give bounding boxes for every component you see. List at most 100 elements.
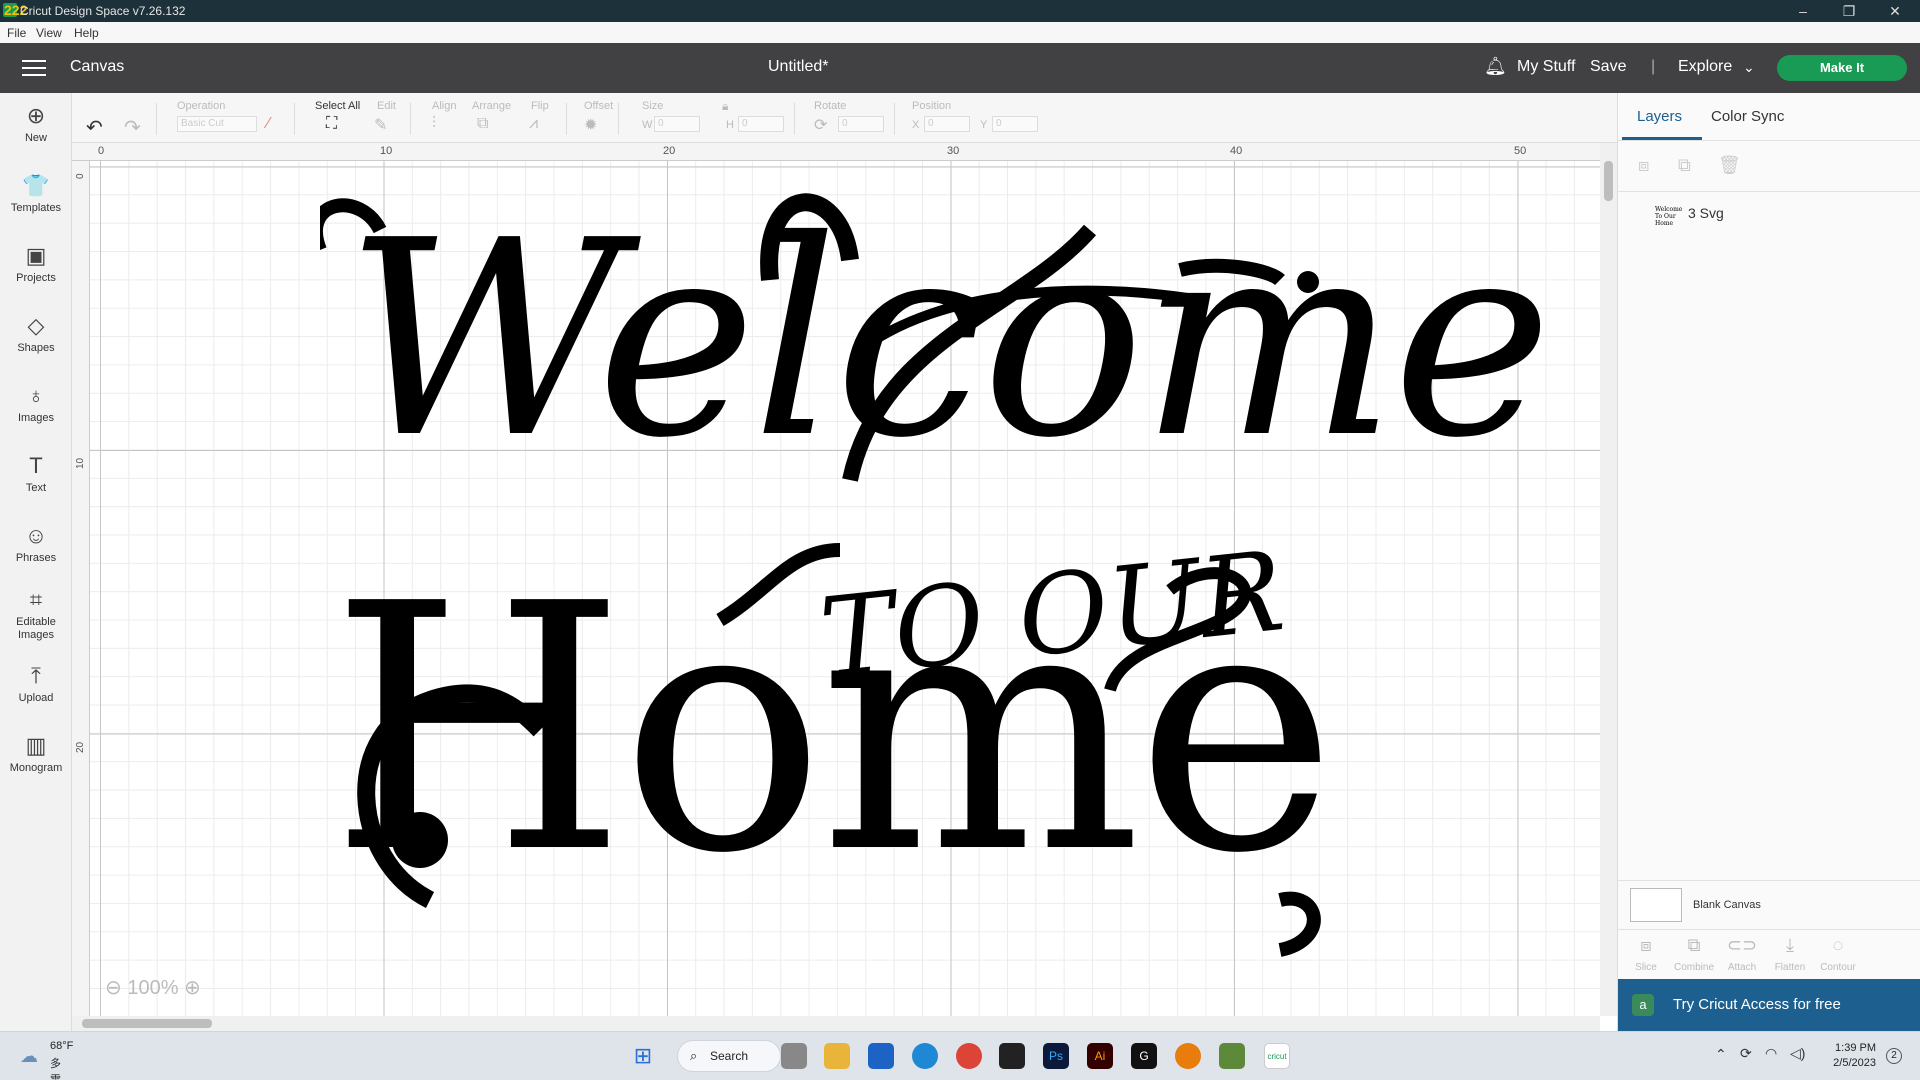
artwork-word-welcome[interactable]: Welcome — [345, 205, 1552, 475]
task-view-icon[interactable] — [781, 1043, 807, 1069]
group-icon[interactable]: ⧈ — [1638, 155, 1649, 176]
notification-bell-icon[interactable]: 🔔︎ — [1484, 56, 1507, 77]
sidebar-item-images[interactable]: ♁ Images — [0, 383, 72, 425]
zoom-control[interactable]: ⊖ 100% ⊕ — [105, 975, 201, 1000]
operation-select[interactable]: Basic Cut — [177, 116, 257, 132]
y-input[interactable]: 0 — [992, 116, 1038, 132]
x-input[interactable]: 0 — [924, 116, 970, 132]
attach-label: Attach — [1727, 962, 1757, 973]
edit-icon[interactable]: ✎ — [374, 115, 387, 135]
minimize-button[interactable]: – — [1780, 1, 1826, 21]
flip-icon[interactable]: ⩘ — [529, 115, 538, 133]
try-cricut-access-banner[interactable]: a Try Cricut Access for free — [1618, 979, 1920, 1031]
chevron-down-icon[interactable]: ⌄ — [1743, 59, 1755, 76]
redo-icon[interactable]: ↷ — [124, 115, 141, 140]
volume-icon[interactable]: ◁) — [1790, 1045, 1805, 1062]
wifi-icon[interactable]: ◠ — [1765, 1045, 1777, 1062]
lock-icon[interactable]: 🔒︎ — [722, 99, 728, 114]
plus-circle-icon: ⊕ — [26, 103, 46, 128]
height-input[interactable]: 0 — [738, 116, 784, 132]
tab-layers[interactable]: Layers — [1637, 108, 1682, 125]
layer-name[interactable]: 3 Svg — [1688, 205, 1724, 221]
cricut-access-icon: a — [1632, 994, 1654, 1016]
zoom-in-icon[interactable]: ⊕ — [184, 977, 201, 999]
windows-taskbar: ☁ 68°F 多雲 ⊞ ⌕ Search Ps Ai G cricut ⌃ ⟳ … — [0, 1031, 1920, 1080]
width-input[interactable]: 0 — [654, 116, 700, 132]
hamburger-menu-icon[interactable] — [22, 60, 46, 76]
menu-view[interactable]: View — [36, 26, 62, 40]
monogram-icon: ▥ — [25, 733, 47, 758]
horizontal-scrollbar[interactable] — [72, 1016, 1600, 1031]
editable-images-icon: ⌗ — [29, 587, 43, 612]
tab-color-sync[interactable]: Color Sync — [1711, 108, 1784, 125]
search-icon: ⌕ — [690, 1048, 698, 1063]
taskbar-search[interactable]: ⌕ Search — [677, 1040, 781, 1072]
contour-icon[interactable]: ◌ — [1813, 935, 1863, 956]
sidebar-item-text[interactable]: T Text — [0, 453, 72, 495]
close-button[interactable]: ✕ — [1872, 1, 1918, 21]
layers-panel: Layers Color Sync ⧈ ⧉ 🗑︎ Welcome To Our … — [1617, 93, 1920, 1031]
system-clock[interactable]: 1:39 PM 2/5/2023 — [1820, 1041, 1876, 1071]
document-title: Untitled* — [768, 58, 829, 75]
blank-canvas-swatch[interactable] — [1630, 888, 1682, 922]
delete-icon[interactable]: 🗑︎ — [1718, 155, 1741, 176]
x-label: X — [912, 119, 920, 131]
save-button[interactable]: Save — [1590, 58, 1626, 76]
flatten-icon[interactable]: ⤓ — [1765, 935, 1815, 956]
explore-dropdown[interactable]: Explore — [1678, 58, 1732, 76]
contour-label: Contour — [1820, 962, 1856, 973]
cricut-icon[interactable]: cricut — [1264, 1043, 1290, 1069]
duplicate-icon[interactable]: ⧉ — [1678, 155, 1691, 176]
photoshop-icon[interactable]: Ps — [1043, 1043, 1069, 1069]
tray-chevron-icon[interactable]: ⌃ — [1715, 1046, 1727, 1063]
zoom-out-icon[interactable]: ⊖ — [105, 977, 122, 999]
edge-icon[interactable] — [912, 1043, 938, 1069]
align-label: Align — [432, 100, 457, 112]
rotate-label: Rotate — [814, 100, 847, 112]
rotate-icon[interactable]: ⟳ — [814, 115, 827, 135]
sidebar-item-shapes[interactable]: ◇ Shapes — [0, 313, 72, 355]
sidebar-item-editable-images[interactable]: ⌗ Editable Images — [0, 587, 72, 642]
make-it-button[interactable]: Make It — [1777, 55, 1907, 81]
rotate-input[interactable]: 0 — [838, 116, 884, 132]
sidebar-item-projects[interactable]: ▣ Projects — [0, 243, 72, 285]
vertical-scrollbar[interactable] — [1600, 143, 1617, 1016]
combine-label: Combine — [1673, 962, 1715, 973]
app-icon-g[interactable]: G — [1131, 1043, 1157, 1069]
app-header: Canvas Untitled* 🔔︎ My Stuff Save | Expl… — [0, 43, 1920, 93]
chrome-icon[interactable] — [956, 1043, 982, 1069]
minecraft-icon[interactable] — [1219, 1043, 1245, 1069]
file-explorer-icon[interactable] — [824, 1043, 850, 1069]
offset-icon[interactable]: ✹ — [584, 115, 597, 135]
ruler-horizontal: 0 10 20 30 40 50 — [72, 143, 1602, 161]
sidebar-item-phrases[interactable]: ☺ Phrases — [0, 523, 72, 565]
layer-thumbnail: Welcome To Our Home — [1655, 206, 1683, 227]
app-icon-dark[interactable] — [999, 1043, 1025, 1069]
select-all-icon[interactable]: ⛶ — [326, 115, 337, 133]
shapes-icon: ◇ — [27, 313, 45, 338]
pen-color-icon[interactable]: ⁄ — [267, 115, 270, 133]
notification-count-badge[interactable]: 2 — [1886, 1048, 1902, 1064]
sidebar-item-templates[interactable]: 👕 Templates — [0, 173, 72, 215]
sidebar-item-upload[interactable]: ⤒ Upload — [0, 663, 72, 705]
menu-help[interactable]: Help — [74, 26, 99, 40]
sidebar-item-new[interactable]: ⊕ New — [0, 103, 72, 145]
blender-icon[interactable] — [1175, 1043, 1201, 1069]
combine-icon[interactable]: ⧉ — [1669, 935, 1719, 956]
align-icon[interactable]: ⫶ — [432, 115, 436, 133]
speech-bubble-icon: ☺ — [24, 523, 48, 548]
undo-icon[interactable]: ↶ — [86, 115, 103, 140]
my-stuff-link[interactable]: My Stuff — [1517, 58, 1575, 76]
menu-file[interactable]: File — [7, 26, 26, 40]
y-label: Y — [980, 119, 988, 131]
slice-icon[interactable]: ⧈ — [1621, 935, 1671, 956]
start-icon[interactable]: ⊞ — [630, 1043, 656, 1069]
app-icon-blue[interactable] — [868, 1043, 894, 1069]
sync-icon[interactable]: ⟳ — [1740, 1045, 1752, 1062]
sidebar-item-monogram[interactable]: ▥ Monogram — [0, 733, 72, 775]
attach-icon[interactable]: ⊂⊃ — [1717, 935, 1767, 956]
arrange-icon[interactable]: ⧉ — [477, 115, 488, 133]
illustrator-icon[interactable]: Ai — [1087, 1043, 1113, 1069]
restore-button[interactable]: ❐ — [1826, 1, 1872, 21]
edit-label: Edit — [377, 100, 396, 112]
